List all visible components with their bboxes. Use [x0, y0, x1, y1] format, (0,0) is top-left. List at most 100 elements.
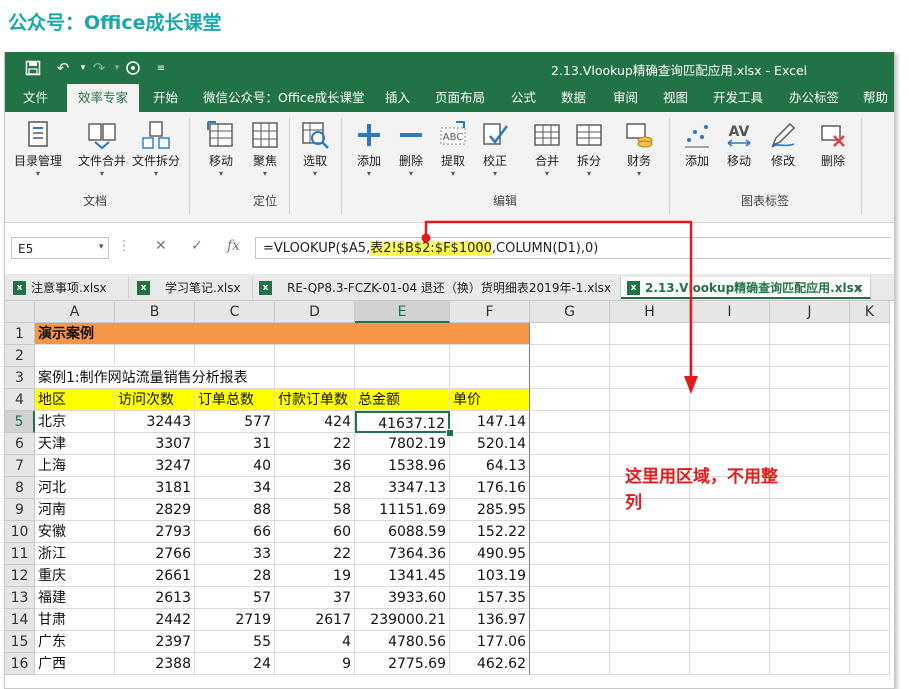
- menu-efficiency-expert[interactable]: 效率专家: [67, 84, 140, 112]
- cell-header[interactable]: 付款订单数: [275, 389, 355, 411]
- cell[interactable]: 28: [195, 565, 275, 587]
- cell[interactable]: [610, 433, 690, 455]
- move-button[interactable]: 移动 ▾: [199, 120, 243, 179]
- cell[interactable]: 88: [195, 499, 275, 521]
- menu-developer[interactable]: 开发工具: [713, 84, 763, 112]
- cell[interactable]: [850, 609, 890, 631]
- cell[interactable]: 2388: [115, 653, 195, 675]
- cell[interactable]: [850, 323, 890, 345]
- fill-handle[interactable]: [446, 429, 454, 437]
- cell[interactable]: [610, 631, 690, 653]
- column-header-i[interactable]: I: [690, 301, 770, 323]
- cell[interactable]: [770, 653, 850, 675]
- cell[interactable]: [690, 367, 770, 389]
- workbook-tab[interactable]: x 学习笔记.xlsx: [129, 277, 253, 299]
- cell-header[interactable]: 地区: [35, 389, 115, 411]
- cell[interactable]: [770, 543, 850, 565]
- cancel-icon[interactable]: ✕: [155, 238, 167, 254]
- cell[interactable]: 3307: [115, 433, 195, 455]
- cell[interactable]: [850, 587, 890, 609]
- workbook-tab[interactable]: x RE-QP8.3-FCZK-01-04 退还（换）货明细表2019年-1.xl…: [253, 277, 621, 299]
- cell[interactable]: [690, 521, 770, 543]
- row-header-4[interactable]: 4: [5, 389, 35, 411]
- cell[interactable]: 28: [275, 477, 355, 499]
- row-header-14[interactable]: 14: [5, 609, 35, 631]
- cell[interactable]: [355, 323, 450, 345]
- cell[interactable]: 58: [275, 499, 355, 521]
- name-box[interactable]: E5: [11, 237, 109, 259]
- cell[interactable]: [530, 499, 610, 521]
- close-tab-icon[interactable]: ×: [854, 277, 864, 299]
- cell[interactable]: [770, 411, 850, 433]
- cell[interactable]: 2766: [115, 543, 195, 565]
- cell[interactable]: [530, 587, 610, 609]
- cell[interactable]: 河北: [35, 477, 115, 499]
- cell[interactable]: [275, 323, 355, 345]
- cell[interactable]: [530, 411, 610, 433]
- cell-header[interactable]: 单价: [450, 389, 530, 411]
- cell[interactable]: 147.14: [450, 411, 530, 433]
- chart-label-move-button[interactable]: AV 移动: [717, 120, 761, 169]
- cell[interactable]: 66: [195, 521, 275, 543]
- cell[interactable]: [690, 609, 770, 631]
- cell[interactable]: 31: [195, 433, 275, 455]
- cell[interactable]: [530, 455, 610, 477]
- split-button[interactable]: 拆分 ▾: [567, 120, 611, 179]
- cell[interactable]: 136.97: [450, 609, 530, 631]
- cell[interactable]: [530, 477, 610, 499]
- cell[interactable]: 22: [275, 543, 355, 565]
- focus-button[interactable]: 聚焦 ▾: [243, 120, 287, 179]
- file-merge-button[interactable]: 文件合并 ▾: [77, 120, 127, 179]
- finance-button[interactable]: 财务 ▾: [617, 120, 661, 179]
- cell[interactable]: 广西: [35, 653, 115, 675]
- cell[interactable]: [275, 367, 355, 389]
- cell[interactable]: [610, 411, 690, 433]
- cell[interactable]: 57: [195, 587, 275, 609]
- column-header-b[interactable]: B: [115, 301, 195, 323]
- cell[interactable]: [610, 543, 690, 565]
- add-button[interactable]: 添加 ▾: [347, 120, 391, 179]
- cell[interactable]: [115, 345, 195, 367]
- cell[interactable]: [195, 323, 275, 345]
- cell[interactable]: 64.13: [450, 455, 530, 477]
- cell[interactable]: [690, 543, 770, 565]
- cell[interactable]: [770, 433, 850, 455]
- cell[interactable]: [610, 565, 690, 587]
- cell[interactable]: 60: [275, 521, 355, 543]
- cell[interactable]: [610, 587, 690, 609]
- name-box-dropdown-icon[interactable]: ▾: [99, 242, 104, 252]
- cell[interactable]: 甘肃: [35, 609, 115, 631]
- cell[interactable]: 1341.45: [355, 565, 450, 587]
- cell[interactable]: [195, 345, 275, 367]
- row-header-13[interactable]: 13: [5, 587, 35, 609]
- cell[interactable]: [610, 367, 690, 389]
- cell[interactable]: [530, 565, 610, 587]
- column-header-f[interactable]: F: [450, 301, 530, 323]
- formula-input[interactable]: =VLOOKUP($A5,表2!$B$2:$F$1000,COLUMN(D1),…: [255, 237, 891, 259]
- cell[interactable]: [850, 345, 890, 367]
- row-header-2[interactable]: 2: [5, 345, 35, 367]
- cell[interactable]: 上海: [35, 455, 115, 477]
- cell[interactable]: [355, 345, 450, 367]
- cell[interactable]: 重庆: [35, 565, 115, 587]
- cell[interactable]: 285.95: [450, 499, 530, 521]
- cell[interactable]: [850, 455, 890, 477]
- cell[interactable]: [770, 367, 850, 389]
- cell[interactable]: [35, 345, 115, 367]
- cell[interactable]: 6088.59: [355, 521, 450, 543]
- cell[interactable]: 520.14: [450, 433, 530, 455]
- cell[interactable]: 4780.56: [355, 631, 450, 653]
- cell[interactable]: [530, 609, 610, 631]
- selected-cell[interactable]: 41637.12: [355, 411, 450, 433]
- cell[interactable]: 3347.13: [355, 477, 450, 499]
- cell[interactable]: 33: [195, 543, 275, 565]
- chart-label-delete-button[interactable]: 删除: [811, 120, 855, 169]
- cell[interactable]: 239000.21: [355, 609, 450, 631]
- directory-management-button[interactable]: 目录管理 ▾: [13, 120, 63, 179]
- cell[interactable]: [530, 389, 610, 411]
- cell[interactable]: 2775.69: [355, 653, 450, 675]
- menu-view[interactable]: 视图: [663, 84, 688, 112]
- menu-wechat[interactable]: 微信公众号：Office成长课堂: [203, 84, 365, 112]
- cell[interactable]: 577: [195, 411, 275, 433]
- cell[interactable]: 9: [275, 653, 355, 675]
